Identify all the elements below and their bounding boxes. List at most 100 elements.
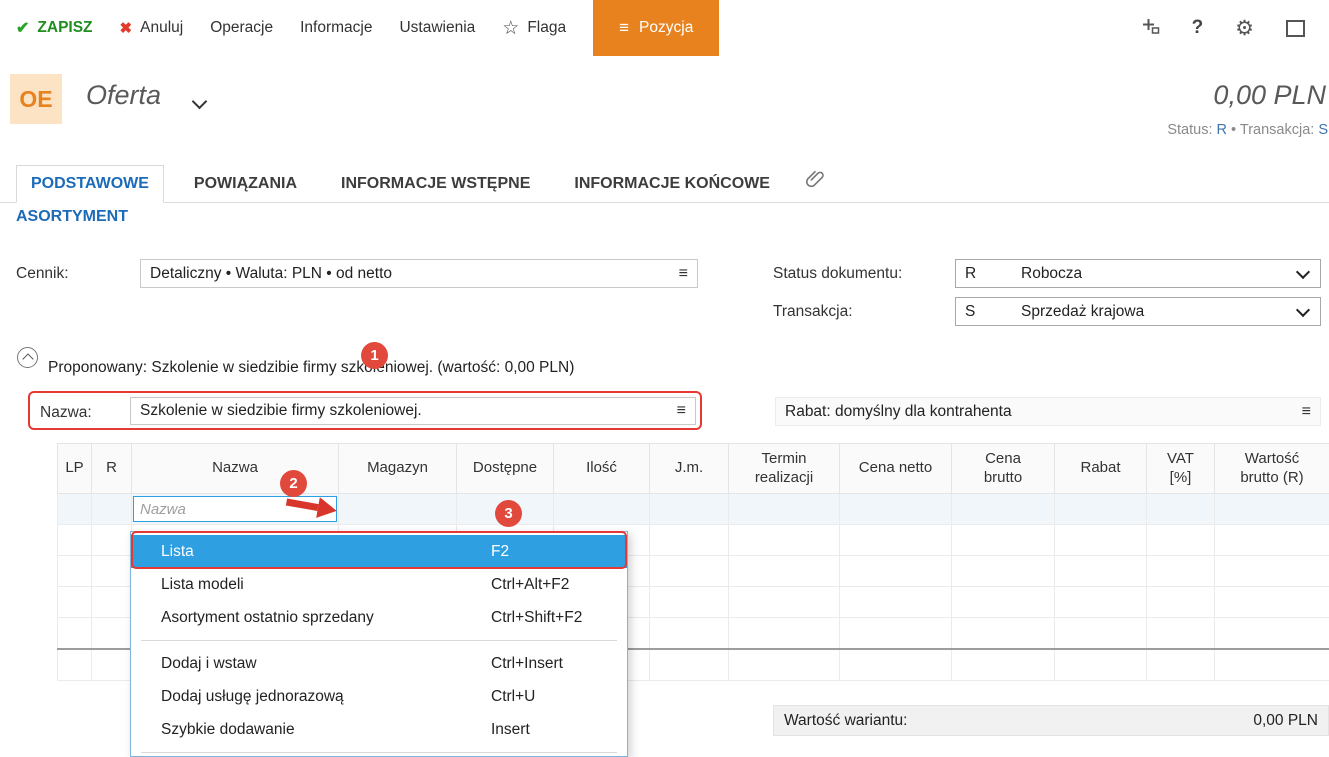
- column-header-dostepne[interactable]: Dostępne: [457, 444, 554, 494]
- cell-termin[interactable]: [729, 494, 840, 525]
- empty-cell[interactable]: [840, 525, 952, 556]
- column-header-magazyn[interactable]: Magazyn: [339, 444, 457, 494]
- empty-cell[interactable]: [1215, 587, 1329, 618]
- empty-cell[interactable]: [92, 587, 132, 618]
- empty-cell[interactable]: [650, 556, 729, 587]
- empty-cell[interactable]: [952, 649, 1055, 681]
- empty-cell[interactable]: [92, 618, 132, 650]
- menu-informacje[interactable]: Informacje: [300, 19, 372, 37]
- empty-cell[interactable]: [92, 556, 132, 587]
- doc-title[interactable]: Oferta: [86, 80, 161, 111]
- paperclip-icon[interactable]: [804, 168, 826, 195]
- cell-ilosc[interactable]: [554, 494, 650, 525]
- empty-cell[interactable]: [1215, 649, 1329, 681]
- cell-r[interactable]: [92, 494, 132, 525]
- save-button[interactable]: ✔ ZAPISZ: [16, 18, 93, 38]
- empty-cell[interactable]: [1055, 618, 1147, 650]
- cell-vat[interactable]: [1147, 494, 1215, 525]
- empty-cell[interactable]: [92, 525, 132, 556]
- menu-item-szybkie-dodawanie[interactable]: Szybkie dodawanie Insert: [131, 713, 627, 746]
- empty-cell[interactable]: [1055, 587, 1147, 618]
- column-header-vat[interactable]: VAT [%]: [1147, 444, 1215, 494]
- empty-cell[interactable]: [729, 525, 840, 556]
- menu-item-dodaj-i-wstaw[interactable]: Dodaj i wstaw Ctrl+Insert: [131, 647, 627, 680]
- cell-rabat[interactable]: [1055, 494, 1147, 525]
- empty-cell[interactable]: [58, 649, 92, 681]
- empty-cell[interactable]: [92, 649, 132, 681]
- cell-wartosc-brutto[interactable]: [1215, 494, 1329, 525]
- hamburger-icon[interactable]: ≡: [1302, 403, 1311, 421]
- empty-cell[interactable]: [1147, 618, 1215, 650]
- empty-cell[interactable]: [58, 587, 92, 618]
- tab-informacje-wstepne[interactable]: INFORMACJE WSTĘPNE: [327, 166, 544, 202]
- empty-cell[interactable]: [1055, 649, 1147, 681]
- empty-cell[interactable]: [729, 618, 840, 650]
- nazwa-cell-input[interactable]: Nazwa ≡: [133, 496, 337, 522]
- empty-cell[interactable]: [650, 649, 729, 681]
- menu-item-lista[interactable]: Lista F2: [131, 535, 627, 568]
- empty-cell[interactable]: [729, 587, 840, 618]
- column-header-ilosc[interactable]: Ilość: [554, 444, 650, 494]
- column-header-cena-brutto[interactable]: Cena brutto: [952, 444, 1055, 494]
- menu-ustawienia[interactable]: Ustawienia: [399, 19, 475, 37]
- tab-informacje-koncowe[interactable]: INFORMACJE KOŃCOWE: [560, 166, 784, 202]
- pozycja-button[interactable]: ≡ Pozycja: [593, 0, 719, 56]
- cell-magazyn[interactable]: [339, 494, 457, 525]
- column-header-lp[interactable]: LP: [58, 444, 92, 494]
- rabat-field[interactable]: Rabat: domyślny dla kontrahenta ≡: [775, 397, 1321, 426]
- cell-lp[interactable]: [58, 494, 92, 525]
- menu-operacje[interactable]: Operacje: [210, 19, 273, 37]
- empty-cell[interactable]: [650, 587, 729, 618]
- column-header-jm[interactable]: J.m.: [650, 444, 729, 494]
- menu-item-asortyment-ostatnio[interactable]: Asortyment ostatnio sprzedany Ctrl+Shift…: [131, 601, 627, 634]
- empty-cell[interactable]: [1215, 525, 1329, 556]
- empty-cell[interactable]: [1147, 649, 1215, 681]
- nazwa-field[interactable]: Szkolenie w siedzibie firmy szkoleniowej…: [130, 397, 696, 425]
- maximize-icon[interactable]: [1286, 20, 1305, 37]
- empty-cell[interactable]: [729, 556, 840, 587]
- collapse-toggle[interactable]: [17, 347, 38, 368]
- cell-dostepne[interactable]: [457, 494, 554, 525]
- empty-cell[interactable]: [58, 556, 92, 587]
- help-icon[interactable]: ?: [1192, 17, 1204, 39]
- column-header-termin[interactable]: Termin realizacji: [729, 444, 840, 494]
- empty-cell[interactable]: [58, 618, 92, 650]
- flag-button[interactable]: ☆ Flaga: [502, 17, 566, 40]
- empty-cell[interactable]: [952, 587, 1055, 618]
- cell-cena-netto[interactable]: [840, 494, 952, 525]
- empty-cell[interactable]: [1055, 525, 1147, 556]
- chevron-down-icon[interactable]: [192, 94, 208, 110]
- empty-cell[interactable]: [840, 587, 952, 618]
- status-dokumentu-select[interactable]: R Robocza: [955, 259, 1321, 288]
- gear-icon[interactable]: ⚙: [1235, 16, 1254, 41]
- new-window-icon[interactable]: [1140, 17, 1160, 40]
- column-header-wartosc-brutto[interactable]: Wartość brutto (R): [1215, 444, 1329, 494]
- empty-cell[interactable]: [1147, 525, 1215, 556]
- transakcja-select[interactable]: S Sprzedaż krajowa: [955, 297, 1321, 326]
- empty-cell[interactable]: [952, 525, 1055, 556]
- empty-cell[interactable]: [952, 618, 1055, 650]
- empty-cell[interactable]: [840, 649, 952, 681]
- empty-cell[interactable]: [1147, 587, 1215, 618]
- column-header-rabat[interactable]: Rabat: [1055, 444, 1147, 494]
- column-header-cena-netto[interactable]: Cena netto: [840, 444, 952, 494]
- cell-cena-brutto[interactable]: [952, 494, 1055, 525]
- empty-cell[interactable]: [1215, 618, 1329, 650]
- empty-cell[interactable]: [840, 618, 952, 650]
- empty-cell[interactable]: [952, 556, 1055, 587]
- tab-podstawowe[interactable]: PODSTAWOWE: [16, 165, 164, 203]
- cancel-button[interactable]: ✖ Anuluj: [120, 19, 184, 37]
- menu-item-lista-modeli[interactable]: Lista modeli Ctrl+Alt+F2: [131, 568, 627, 601]
- empty-cell[interactable]: [1215, 556, 1329, 587]
- hamburger-icon[interactable]: ≡: [679, 265, 688, 283]
- empty-cell[interactable]: [840, 556, 952, 587]
- hamburger-icon[interactable]: ≡: [677, 402, 686, 420]
- empty-cell[interactable]: [58, 525, 92, 556]
- empty-cell[interactable]: [1055, 556, 1147, 587]
- tab-powiazania[interactable]: POWIĄZANIA: [180, 166, 311, 202]
- empty-cell[interactable]: [650, 618, 729, 650]
- empty-cell[interactable]: [650, 525, 729, 556]
- cennik-field[interactable]: Detaliczny • Waluta: PLN • od netto ≡: [140, 259, 698, 288]
- column-header-nazwa[interactable]: Nazwa: [132, 444, 339, 494]
- empty-cell[interactable]: [1147, 556, 1215, 587]
